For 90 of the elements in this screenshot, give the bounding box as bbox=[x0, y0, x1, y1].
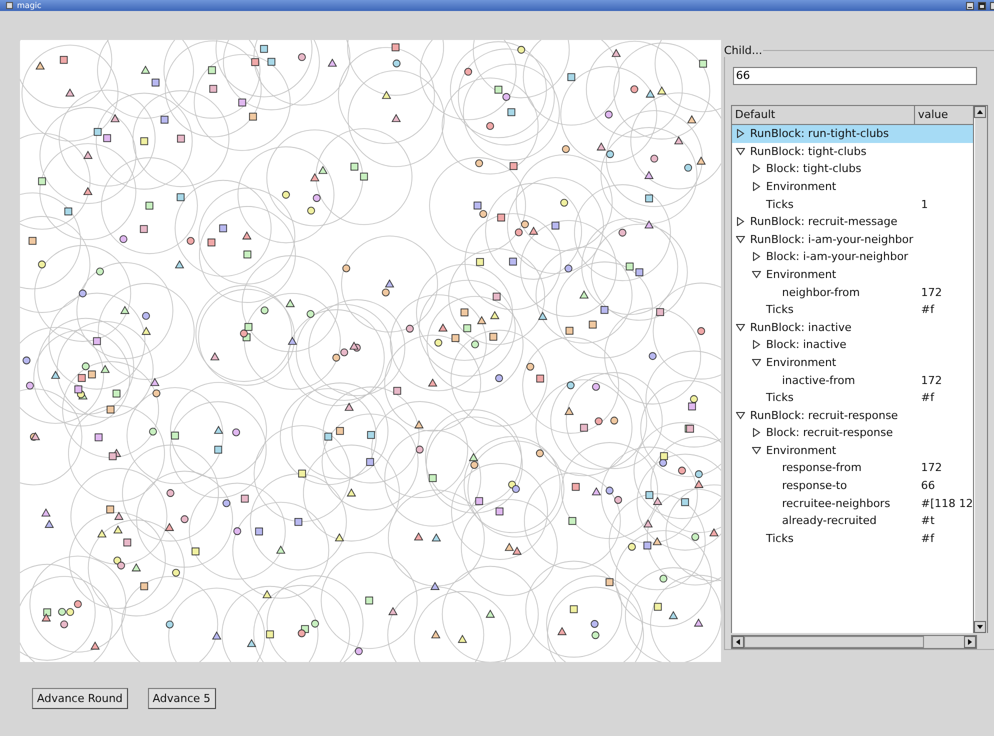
tree-value: 172 bbox=[921, 374, 942, 387]
tree-label: inactive-from bbox=[782, 374, 856, 387]
horizontal-scrollbar[interactable] bbox=[731, 635, 977, 649]
tree-value: #[118 12 bbox=[921, 496, 973, 510]
tree-label: RunBlock: recruit-message bbox=[750, 215, 898, 228]
tree-label: RunBlock: run-tight-clubs bbox=[750, 127, 889, 140]
tree-label: response-from bbox=[782, 461, 862, 474]
expander-icon[interactable] bbox=[736, 322, 745, 332]
advance-button[interactable]: Advance Round bbox=[32, 688, 128, 709]
tree-value: 172 bbox=[921, 461, 942, 474]
tree-label: RunBlock: recruit-response bbox=[750, 408, 898, 422]
expander-icon[interactable] bbox=[752, 252, 761, 262]
tree-label: Block: i-am-your-neighbor bbox=[766, 250, 908, 264]
group-legend: Child... bbox=[723, 44, 764, 57]
expander-icon[interactable] bbox=[752, 164, 761, 174]
tree-label: Ticks bbox=[766, 303, 794, 316]
tree-row[interactable]: RunBlock: inactive bbox=[732, 318, 973, 336]
scroll-right-icon[interactable] bbox=[964, 636, 976, 648]
expander-icon[interactable] bbox=[736, 217, 745, 226]
expander-icon[interactable] bbox=[752, 428, 761, 438]
expander-icon[interactable] bbox=[736, 129, 745, 138]
expander-icon[interactable] bbox=[752, 182, 761, 191]
tree-value: 172 bbox=[921, 286, 942, 299]
expander-icon[interactable] bbox=[752, 340, 761, 350]
tree-label: Environment bbox=[766, 180, 836, 193]
tree-label: RunBlock: i-am-your-neighbor bbox=[750, 232, 914, 246]
expander-icon[interactable] bbox=[736, 410, 745, 420]
tree-label: Block: inactive bbox=[766, 338, 846, 352]
tree-value: #f bbox=[921, 391, 934, 404]
window-menu-icon[interactable] bbox=[6, 2, 13, 9]
tree-row[interactable]: already-recruited #t bbox=[732, 512, 973, 530]
minimize-icon[interactable] bbox=[966, 2, 974, 10]
expander-icon[interactable] bbox=[752, 446, 761, 455]
tree-row[interactable]: Ticks #f bbox=[732, 300, 973, 318]
tree-row[interactable]: Environment bbox=[732, 178, 973, 196]
tree-value: 66 bbox=[921, 479, 935, 492]
scroll-left-icon[interactable] bbox=[732, 636, 744, 648]
tree-row[interactable]: Ticks 1 bbox=[732, 195, 973, 213]
tree-row[interactable]: inactive-from 172 bbox=[732, 371, 973, 389]
tree-row[interactable]: Block: inactive bbox=[732, 336, 973, 354]
tree-row[interactable]: Environment bbox=[732, 266, 973, 284]
tree-row[interactable]: RunBlock: recruit-response bbox=[732, 406, 973, 424]
tree-label: Ticks bbox=[766, 198, 794, 211]
tree-row[interactable]: recruitee-neighbors #[118 12 bbox=[732, 494, 973, 512]
tree-label: Ticks bbox=[766, 391, 794, 404]
tree-row[interactable]: Ticks #f bbox=[732, 530, 973, 548]
tree-row[interactable]: Environment bbox=[732, 442, 973, 460]
expander-icon[interactable] bbox=[736, 234, 745, 244]
tree-row[interactable]: response-to 66 bbox=[732, 476, 973, 494]
tree-label: recruitee-neighbors bbox=[782, 496, 890, 510]
tree-row[interactable]: RunBlock: run-tight-clubs bbox=[732, 124, 973, 142]
tree-row[interactable]: Ticks #f bbox=[732, 388, 973, 406]
tree-row[interactable]: RunBlock: recruit-message bbox=[732, 212, 973, 230]
column-header[interactable]: value bbox=[915, 106, 973, 124]
scroll-thumb[interactable] bbox=[744, 636, 924, 648]
tree-label: RunBlock: tight-clubs bbox=[750, 144, 866, 158]
tree-row[interactable]: RunBlock: i-am-your-neighbor bbox=[732, 230, 973, 248]
tree-row[interactable]: Block: i-am-your-neighbor bbox=[732, 248, 973, 266]
tree-value: #t bbox=[921, 514, 935, 528]
expander-icon[interactable] bbox=[752, 270, 761, 279]
scroll-down-icon[interactable] bbox=[974, 621, 986, 633]
tree-label: Ticks bbox=[766, 532, 794, 545]
maximize-icon[interactable] bbox=[978, 2, 986, 10]
tree-label: Block: tight-clubs bbox=[766, 162, 862, 176]
tree-row[interactable]: neighbor-from 172 bbox=[732, 283, 973, 301]
expander-icon[interactable] bbox=[736, 146, 745, 156]
close-icon[interactable] bbox=[990, 2, 994, 10]
tree-label: Environment bbox=[766, 356, 836, 369]
scroll-up-icon[interactable] bbox=[974, 106, 986, 118]
tree-label: RunBlock: inactive bbox=[750, 320, 852, 334]
tree-label: already-recruited bbox=[782, 514, 877, 528]
tree-label: Block: recruit-response bbox=[766, 426, 893, 440]
tree-value: 1 bbox=[921, 198, 928, 211]
tree-row[interactable]: Block: recruit-response bbox=[732, 424, 973, 442]
tree-value: #f bbox=[921, 532, 934, 545]
tree-row[interactable]: Block: tight-clubs bbox=[732, 160, 973, 178]
expander-icon[interactable] bbox=[752, 358, 761, 367]
tree-label: neighbor-from bbox=[782, 286, 860, 299]
tree-row[interactable]: RunBlock: tight-clubs bbox=[732, 142, 973, 160]
tree-label: Environment bbox=[766, 268, 836, 281]
vertical-scrollbar[interactable] bbox=[973, 106, 987, 633]
advance-button[interactable]: Advance 5 bbox=[148, 688, 216, 709]
tree-row[interactable]: response-from 172 bbox=[732, 459, 973, 477]
tree-value: #f bbox=[921, 303, 934, 316]
window-title: magic bbox=[17, 0, 42, 10]
child-input-field[interactable]: 66 bbox=[733, 67, 977, 85]
tree-label: response-to bbox=[782, 479, 847, 492]
tree-row[interactable]: Environment bbox=[732, 354, 973, 372]
tree-label: Environment bbox=[766, 444, 836, 457]
column-header[interactable]: Default bbox=[732, 106, 915, 124]
